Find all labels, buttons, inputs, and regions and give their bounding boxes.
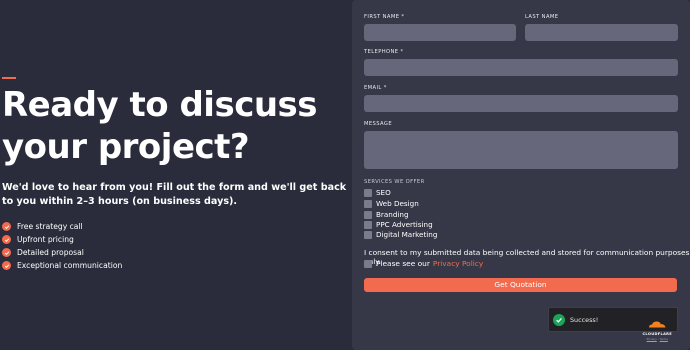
captcha-links: Privacy · Terms xyxy=(642,337,672,341)
check-icon xyxy=(2,235,11,244)
service-label: Web Design xyxy=(376,199,419,208)
accent-line xyxy=(2,77,16,79)
email-label: EMAIL * xyxy=(364,85,387,91)
intro-subtitle: We'd love to hear from you! Fill out the… xyxy=(2,182,347,207)
service-label: Digital Marketing xyxy=(376,230,438,239)
email-input[interactable] xyxy=(364,95,678,112)
checkbox[interactable] xyxy=(364,220,372,229)
first-name-label: FIRST NAME * xyxy=(364,14,405,20)
last-name-label: LAST NAME xyxy=(525,14,559,20)
message-textarea[interactable] xyxy=(364,131,678,169)
page-title: Ready to discuss your project? xyxy=(2,85,318,167)
checkbox[interactable] xyxy=(364,199,372,208)
success-check-icon xyxy=(553,313,565,326)
services-title: SERVICES WE OFFER xyxy=(364,179,425,185)
link-separator: · xyxy=(657,337,659,341)
message-label: MESSAGE xyxy=(364,121,392,127)
service-checkbox-digital-marketing[interactable]: Digital Marketing xyxy=(364,230,437,239)
privacy-consent-checkbox[interactable]: Please see our Privacy Policy xyxy=(364,259,483,268)
checkbox[interactable] xyxy=(364,259,372,268)
intro-section: Ready to discuss your project? We'd love… xyxy=(0,0,350,350)
benefit-label: Free strategy call xyxy=(17,222,83,231)
benefit-item: Upfront pricing xyxy=(2,233,74,246)
service-checkbox-ppc[interactable]: PPC Advertising xyxy=(364,220,433,229)
service-label: SEO xyxy=(376,188,391,197)
quotation-form: FIRST NAME * LAST NAME TELEPHONE * EMAIL * … xyxy=(352,0,690,350)
benefit-item: Exceptional communication xyxy=(2,259,122,272)
checkbox[interactable] xyxy=(364,188,372,197)
check-icon xyxy=(2,222,11,231)
get-quotation-button[interactable]: Get Quotation xyxy=(364,278,677,292)
cloudflare-logo-text: CLOUDFLARE xyxy=(642,332,672,336)
cloudflare-cloud-icon xyxy=(649,321,666,328)
telephone-label: TELEPHONE * xyxy=(364,49,404,55)
captcha-status: Success! xyxy=(570,315,599,324)
service-label: PPC Advertising xyxy=(376,220,433,229)
first-name-input[interactable] xyxy=(364,24,516,41)
benefit-label: Exceptional communication xyxy=(17,261,123,270)
service-checkbox-branding[interactable]: Branding xyxy=(364,210,409,219)
service-checkbox-web-design[interactable]: Web Design xyxy=(364,199,419,208)
checkbox[interactable] xyxy=(364,210,372,219)
check-icon xyxy=(2,261,11,270)
checkbox[interactable] xyxy=(364,230,372,239)
privacy-policy-link[interactable]: Privacy Policy xyxy=(433,259,483,268)
telephone-input[interactable] xyxy=(364,59,678,76)
benefit-item: Detailed proposal xyxy=(2,246,84,259)
benefit-item: Free strategy call xyxy=(2,220,83,233)
captcha-terms-link[interactable]: Terms xyxy=(660,337,668,341)
service-label: Branding xyxy=(376,210,409,219)
service-checkbox-seo[interactable]: SEO xyxy=(364,188,391,197)
see-also-text: Please see our xyxy=(376,259,430,268)
cloudflare-branding: CLOUDFLARE Privacy · Terms xyxy=(642,313,672,341)
last-name-input[interactable] xyxy=(525,24,678,41)
benefit-label: Upfront pricing xyxy=(17,235,74,244)
captcha-widget: Success! CLOUDFLARE Privacy · Terms xyxy=(548,307,678,341)
benefit-label: Detailed proposal xyxy=(17,248,84,257)
check-icon xyxy=(2,248,11,257)
captcha-privacy-link[interactable]: Privacy xyxy=(647,337,657,341)
